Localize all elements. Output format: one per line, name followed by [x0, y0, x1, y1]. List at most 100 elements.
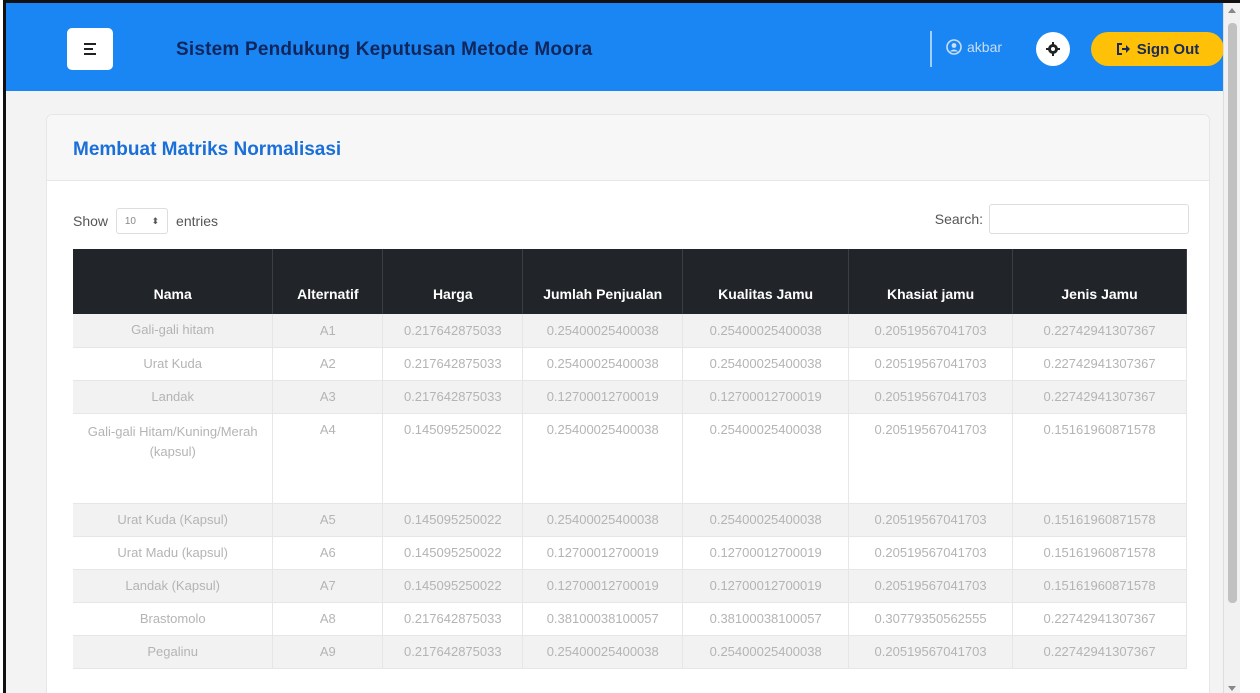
cell-khasiat-jamu: 0.20519567041703 [848, 569, 1014, 603]
cell-jumlah-penjualan: 0.25400025400038 [522, 413, 684, 504]
cell-jumlah-penjualan: 0.25400025400038 [522, 635, 684, 669]
cell-jenis-jamu: 0.22742941307367 [1012, 380, 1187, 414]
cell-jenis-jamu: 0.22742941307367 [1012, 347, 1187, 381]
cell-alternatif: A7 [272, 569, 384, 603]
cell-jumlah-penjualan: 0.12700012700019 [522, 569, 684, 603]
cell-harga: 0.217642875033 [382, 635, 524, 669]
cell-alternatif: A4 [272, 413, 384, 504]
cell-jumlah-penjualan: 0.25400025400038 [522, 314, 684, 348]
cell-jumlah-penjualan: 0.12700012700019 [522, 380, 684, 414]
cell-khasiat-jamu: 0.20519567041703 [848, 413, 1014, 504]
entries-label: entries [176, 213, 219, 229]
cell-nama: Gali-gali hitam [73, 314, 274, 348]
cell-harga: 0.145095250022 [382, 413, 524, 504]
table-row: Landak A3 0.217642875033 0.12700012700019 0.… [73, 380, 1187, 414]
app-title: Sistem Pendukung Keputusan Metode Moora [176, 39, 593, 60]
cell-nama: Urat Kuda (Kapsul) [73, 503, 274, 537]
cell-kualitas-jamu: 0.25400025400038 [682, 314, 850, 348]
column-header-harga[interactable]: Harga [382, 249, 524, 314]
top-navbar: Sistem Pendukung Keputusan Metode Moora … [6, 3, 1240, 91]
cell-khasiat-jamu: 0.30779350562555 [848, 602, 1014, 636]
entries-select[interactable]: 10 ⬍ [116, 208, 169, 234]
scroll-down-icon[interactable] [1228, 686, 1236, 691]
cell-jenis-jamu: 0.22742941307367 [1012, 602, 1187, 636]
column-header-jenis-jamu[interactable]: Jenis Jamu [1012, 249, 1187, 314]
table-row: Landak (Kapsul) A7 0.145095250022 0.1270001… [73, 569, 1187, 603]
show-label: Show [73, 213, 109, 229]
table-search: Search: [935, 204, 1189, 234]
table-row: Urat Madu (kapsul) A6 0.145095250022 0.1270… [73, 536, 1187, 570]
cell-alternatif: A3 [272, 380, 384, 414]
cell-khasiat-jamu: 0.20519567041703 [848, 347, 1014, 381]
search-input[interactable] [989, 204, 1189, 234]
cell-jenis-jamu: 0.15161960871578 [1012, 503, 1187, 537]
cell-khasiat-jamu: 0.20519567041703 [848, 503, 1014, 537]
column-header-nama[interactable]: Nama [73, 249, 274, 314]
sign-out-button[interactable]: Sign Out [1091, 32, 1224, 66]
column-header-alternatif[interactable]: Alternatif [272, 249, 384, 314]
entries-select-value: 10 [124, 215, 136, 227]
normalization-card: Membuat Matriks Normalisasi Show 10 ⬍ en… [46, 114, 1210, 693]
card-title: Membuat Matriks Normalisasi [73, 139, 342, 160]
cell-kualitas-jamu: 0.12700012700019 [682, 380, 850, 414]
page-scrollbar[interactable] [1223, 3, 1240, 693]
cell-kualitas-jamu: 0.25400025400038 [682, 635, 850, 669]
table-row: Urat Kuda (Kapsul) A5 0.145095250022 0.2540… [73, 503, 1187, 537]
gear-icon [1046, 42, 1060, 56]
cell-jenis-jamu: 0.22742941307367 [1012, 635, 1187, 669]
cell-alternatif: A6 [272, 536, 384, 570]
cell-alternatif: A5 [272, 503, 384, 537]
column-header-kualitas-jamu[interactable]: Kualitas Jamu [682, 249, 850, 314]
cell-jumlah-penjualan: 0.12700012700019 [522, 536, 684, 570]
cell-kualitas-jamu: 0.25400025400038 [682, 413, 850, 504]
cell-harga: 0.145095250022 [382, 503, 524, 537]
sign-out-label: Sign Out [1136, 40, 1200, 58]
cell-harga: 0.145095250022 [382, 569, 524, 603]
cell-jenis-jamu: 0.22742941307367 [1012, 314, 1187, 348]
cell-harga: 0.145095250022 [382, 536, 524, 570]
cell-alternatif: A1 [272, 314, 384, 348]
select-arrows-icon: ⬍ [151, 215, 160, 226]
table-row: Pegalinu A9 0.217642875033 0.25400025400038… [73, 635, 1187, 669]
cell-jumlah-penjualan: 0.25400025400038 [522, 503, 684, 537]
cell-harga: 0.2176428750​33 [382, 314, 524, 348]
cell-alternatif: A8 [272, 602, 384, 636]
normalization-table: Nama Alternatif Harga Jumlah Penjualan K… [73, 249, 1187, 669]
settings-button[interactable] [1036, 32, 1070, 66]
cell-kualitas-jamu: 0.38100038100057 [682, 602, 850, 636]
user-name: akbar [967, 39, 1003, 55]
cell-jenis-jamu: 0.15161960871578 [1012, 413, 1187, 504]
entries-length-control: Show 10 ⬍ entries [73, 208, 218, 234]
cell-kualitas-jamu: 0.25400025400038 [682, 503, 850, 537]
cell-alternatif: A9 [272, 635, 384, 669]
cell-harga: 0.217642875033 [382, 380, 524, 414]
sign-out-icon [1116, 43, 1130, 55]
menu-toggle-button[interactable] [67, 28, 113, 70]
cell-jumlah-penjualan: 0.38100038100057 [522, 602, 684, 636]
user-menu[interactable]: akbar [946, 39, 1002, 55]
table-header-row: Nama Alternatif Harga Jumlah Penjualan K… [73, 249, 1187, 314]
cell-nama: Urat Madu (kapsul) [73, 536, 274, 570]
cell-jumlah-penjualan: 0.25400025400038 [522, 347, 684, 381]
table-row: Brastomolo A8 0.217642875033 0.381000381000… [73, 602, 1187, 636]
cell-harga: 0.217642875033 [382, 347, 524, 381]
scroll-up-icon[interactable] [1228, 8, 1236, 13]
table-row: Urat Kuda A2 0.217642875033 0.2540002540003… [73, 347, 1187, 381]
scroll-thumb[interactable] [1228, 23, 1237, 603]
cell-nama: Landak [73, 380, 274, 414]
column-header-khasiat-jamu[interactable]: Khasiat jamu [848, 249, 1014, 314]
cell-khasiat-jamu: 0.20519567041703 [848, 635, 1014, 669]
cell-jenis-jamu: 0.15161960871578 [1012, 536, 1187, 570]
cell-nama: Urat Kuda [73, 347, 274, 381]
cell-harga: 0.217642875033 [382, 602, 524, 636]
cell-khasiat-jamu: 0.20519567041703 [848, 536, 1014, 570]
cell-nama: Gali-gali Hitam/Kuning/Merah (kapsul) [73, 413, 274, 504]
column-header-jumlah-penjualan[interactable]: Jumlah Penjualan [522, 249, 684, 314]
cell-nama: Landak (Kapsul) [73, 569, 274, 603]
user-icon [946, 39, 962, 55]
navbar-divider [930, 31, 932, 67]
cell-alternatif: A2 [272, 347, 384, 381]
cell-kualitas-jamu: 0.12700012700019 [682, 569, 850, 603]
cell-kualitas-jamu: 0.25400025400038 [682, 347, 850, 381]
search-label: Search: [934, 211, 983, 227]
